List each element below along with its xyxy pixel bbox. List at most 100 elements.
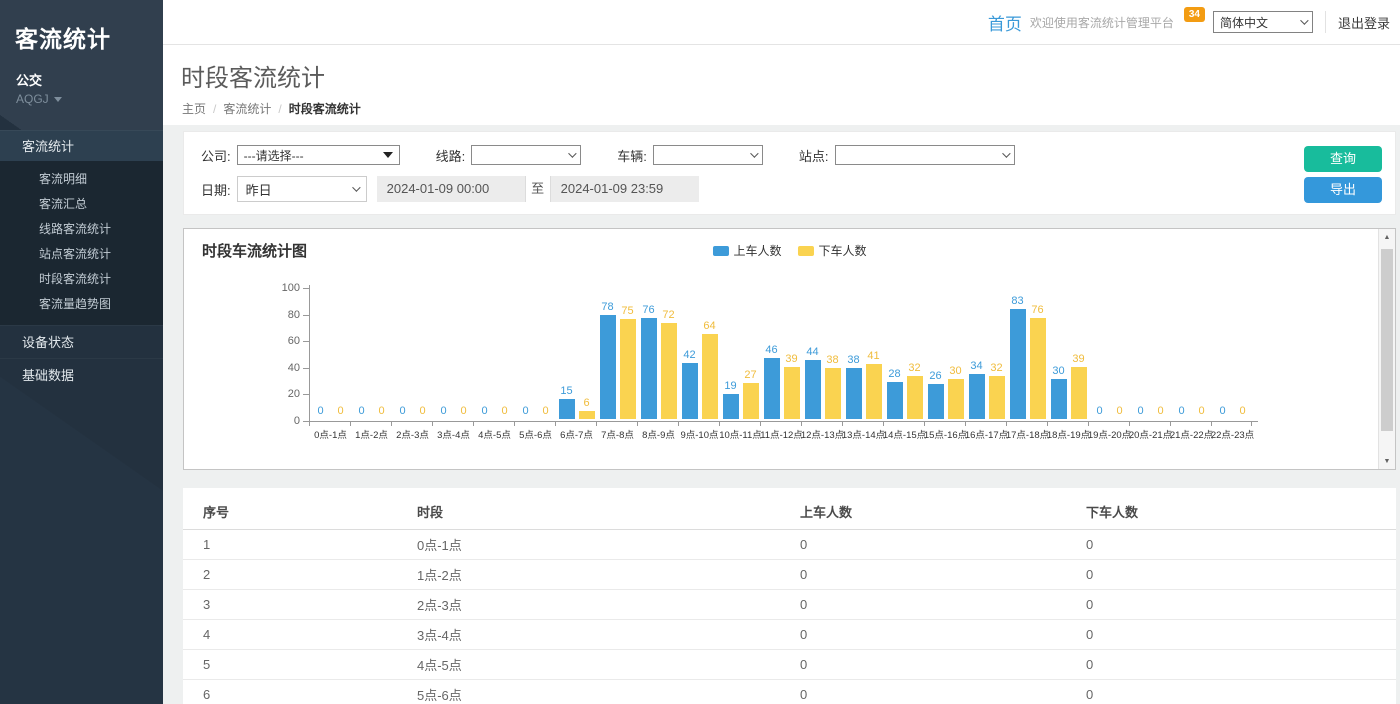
breadcrumb-separator: / — [278, 102, 281, 116]
bar-value-label: 38 — [847, 354, 859, 367]
org-code-dropdown[interactable]: AQGJ — [0, 89, 163, 106]
sidebar-subitem[interactable]: 客流汇总 — [0, 192, 163, 217]
bar-value-label: 0 — [542, 405, 548, 418]
station-select[interactable] — [835, 145, 1015, 165]
bar-column: 75 — [620, 305, 636, 419]
bar-column: 6 — [579, 397, 595, 419]
col-header-alighting: 下车人数 — [1086, 494, 1396, 530]
date-label: 日期: — [201, 180, 231, 199]
table-row: 32点-3点00 — [183, 590, 1396, 620]
breadcrumb-current: 时段客流统计 — [289, 100, 361, 117]
bar-column: 30 — [948, 365, 964, 419]
export-button[interactable]: 导出 — [1304, 177, 1382, 203]
bar — [887, 382, 903, 419]
bar-column: 64 — [702, 320, 718, 419]
bar-value-label: 15 — [560, 385, 572, 398]
sidebar-subitem[interactable]: 线路客流统计 — [0, 217, 163, 242]
x-axis-tick-label: 20点-21点 — [1130, 427, 1171, 441]
bar — [907, 376, 923, 419]
bar-column: 0 — [374, 405, 390, 419]
breadcrumb-separator: / — [213, 102, 216, 116]
y-axis-tick-mark — [303, 368, 309, 369]
app-logo: 客流统计 — [0, 0, 163, 54]
topbar: 首页 欢迎使用客流统计管理平台 34 简体中文 退出登录 — [163, 0, 1400, 45]
date-to-input[interactable]: 2024-01-09 23:59 — [551, 176, 699, 202]
scrollbar-thumb[interactable] — [1381, 249, 1393, 431]
sidebar-item-device-status[interactable]: 设备状态 — [0, 325, 163, 358]
language-select[interactable]: 简体中文 — [1213, 11, 1313, 33]
bar-column: 78 — [600, 301, 616, 419]
page-heading: 时段客流统计 主页 / 客流统计 / 时段客流统计 — [163, 45, 1400, 125]
bar-value-label: 41 — [867, 350, 879, 363]
bar-value-label: 0 — [378, 405, 384, 418]
company-select[interactable]: ---请选择--- — [237, 145, 400, 165]
sidebar-subitem[interactable]: 客流量趋势图 — [0, 292, 163, 317]
sidebar-subitem[interactable]: 时段客流统计 — [0, 267, 163, 292]
line-label: 线路: — [436, 146, 466, 165]
table-cell: 0 — [800, 530, 1086, 560]
scroll-up-arrow-icon[interactable]: ▲ — [1379, 229, 1395, 245]
date-from-input[interactable]: 2024-01-09 00:00 — [377, 176, 525, 202]
x-axis-tick-mark — [555, 421, 596, 426]
x-axis-tick-mark — [924, 421, 965, 426]
sidebar-subitem[interactable]: 客流明细 — [0, 167, 163, 192]
bar-column: 0 — [538, 405, 554, 419]
welcome-text: 欢迎使用客流统计管理平台 — [1030, 14, 1174, 31]
table-body: 10点-1点0021点-2点0032点-3点0043点-4点0054点-5点00… — [183, 530, 1396, 704]
bar-value-label: 0 — [501, 405, 507, 418]
line-select[interactable] — [471, 145, 581, 165]
x-axis-tick-mark — [719, 421, 760, 426]
vehicle-select[interactable] — [653, 145, 763, 165]
breadcrumb-section[interactable]: 客流统计 — [223, 100, 271, 117]
bar-group: 8376 — [1007, 295, 1048, 419]
bar-value-label: 0 — [1219, 405, 1225, 418]
x-axis-tick-mark — [391, 421, 432, 426]
bar-column: 0 — [1092, 405, 1108, 419]
date-range-separator: 至 — [525, 176, 551, 202]
col-header-period: 时段 — [417, 494, 800, 530]
bar-column: 38 — [846, 354, 862, 419]
chart-plot: 0000000000001567875767242641927463944383… — [184, 229, 1395, 469]
table-row: 54点-5点00 — [183, 650, 1396, 680]
x-axis-tick-label: 7点-8点 — [597, 427, 638, 441]
table-cell: 0 — [1086, 590, 1396, 620]
chart-scrollbar[interactable]: ▲ ▼ — [1378, 229, 1395, 469]
bar-value-label: 0 — [1178, 405, 1184, 418]
breadcrumb-home[interactable]: 主页 — [182, 100, 206, 117]
sidebar-subitem[interactable]: 站点客流统计 — [0, 242, 163, 267]
sidebar-item-base-data[interactable]: 基础数据 — [0, 358, 163, 391]
bar — [784, 367, 800, 419]
y-axis-tick-label: 60 — [268, 335, 300, 347]
bar-value-label: 38 — [826, 354, 838, 367]
x-axis-tick-mark — [350, 421, 391, 426]
x-axis-tick-label: 13点-14点 — [843, 427, 884, 441]
table-cell: 0 — [800, 620, 1086, 650]
logout-link[interactable]: 退出登录 — [1338, 13, 1390, 32]
table-cell: 4 — [183, 620, 417, 650]
chart-bars: 0000000000001567875767242641927463944383… — [310, 295, 1253, 419]
bar-value-label: 0 — [1116, 405, 1122, 418]
home-link[interactable]: 首页 — [988, 10, 1022, 35]
bar-column: 83 — [1010, 295, 1026, 419]
notification-badge[interactable]: 34 — [1184, 7, 1205, 22]
bar-column: 0 — [395, 405, 411, 419]
dropdown-arrow-icon — [383, 152, 393, 158]
x-axis-tick-mark — [842, 421, 883, 426]
table-cell: 5 — [183, 650, 417, 680]
bar-group: 7672 — [638, 304, 679, 419]
x-axis-labels: 0点-1点1点-2点2点-3点3点-4点4点-5点5点-6点6点-7点7点-8点… — [310, 427, 1253, 441]
table-cell: 0 — [1086, 530, 1396, 560]
date-preset-select[interactable]: 昨日 — [237, 176, 367, 202]
bar-group: 1927 — [720, 369, 761, 419]
y-axis-tick-label: 20 — [268, 388, 300, 400]
scroll-down-arrow-icon[interactable]: ▼ — [1379, 453, 1395, 469]
bar-value-label: 0 — [481, 405, 487, 418]
filter-panel: 公司: ---请选择--- 线路: 车辆: 站点: 日期: — [183, 131, 1396, 215]
bar-column: 27 — [743, 369, 759, 419]
bar-value-label: 34 — [970, 360, 982, 373]
x-axis-tick-label: 17点-18点 — [1007, 427, 1048, 441]
query-button[interactable]: 查询 — [1304, 146, 1382, 172]
y-axis-tick-label: 80 — [268, 309, 300, 321]
sidebar-submenu: 客流明细客流汇总线路客流统计站点客流统计时段客流统计客流量趋势图 — [0, 161, 163, 325]
sidebar-item-passenger-stats[interactable]: 客流统计 — [0, 130, 163, 161]
